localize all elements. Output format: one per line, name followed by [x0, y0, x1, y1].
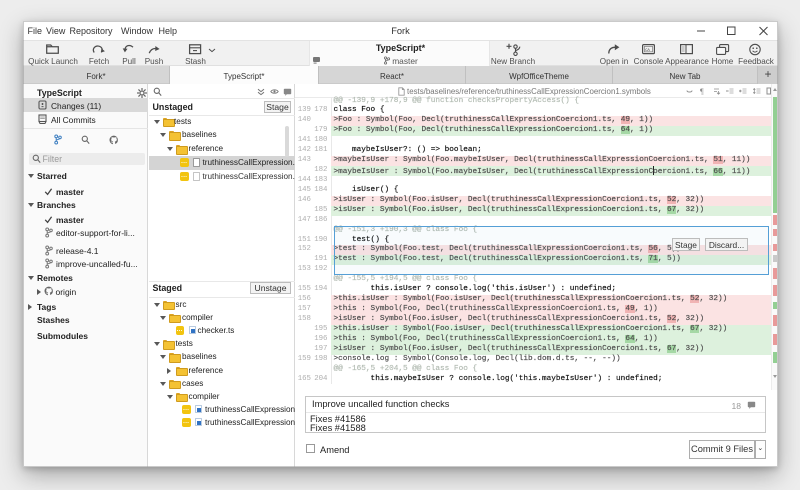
- svg-text:¶: ¶: [700, 87, 704, 95]
- svg-text:cʌ: cʌ: [645, 47, 650, 52]
